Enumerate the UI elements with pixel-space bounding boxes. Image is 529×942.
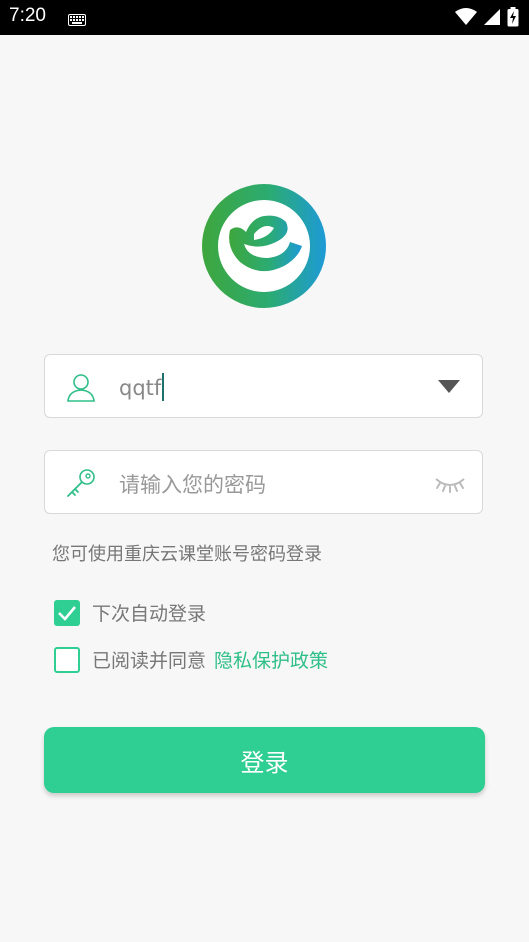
auto-login-label: 下次自动登录 <box>92 603 207 625</box>
status-bar: 7:20 <box>0 0 529 35</box>
text-caret <box>162 373 165 401</box>
app-logo <box>202 184 326 308</box>
username-input[interactable]: qqtf <box>119 373 165 401</box>
privacy-policy-link[interactable]: 隐私保护政策 <box>214 646 328 673</box>
wifi-icon <box>455 8 477 30</box>
signal-icon <box>483 8 501 30</box>
login-hint: 您可使用重庆云课堂账号密码登录 <box>52 544 322 565</box>
user-icon <box>65 371 97 403</box>
login-button[interactable]: 登录 <box>44 727 485 793</box>
status-time: 7:20 <box>9 5 46 26</box>
keyboard-icon <box>68 11 86 30</box>
battery-icon <box>507 7 519 31</box>
dropdown-arrow-icon[interactable] <box>438 379 460 393</box>
username-field[interactable]: qqtf <box>44 354 483 418</box>
auto-login-checkbox[interactable] <box>54 599 80 626</box>
auto-login-row[interactable]: 下次自动登录 <box>54 599 206 626</box>
key-icon <box>65 467 97 499</box>
password-field[interactable]: 请输入您的密码 <box>44 450 483 514</box>
hide-password-icon[interactable] <box>434 471 466 495</box>
agreement-label: 已阅读并同意 <box>92 650 207 672</box>
agreement-row[interactable]: 已阅读并同意 隐私保护政策 <box>54 646 328 673</box>
password-input[interactable]: 请输入您的密码 <box>119 469 266 499</box>
username-value: qqtf <box>119 376 162 400</box>
agreement-checkbox[interactable] <box>54 646 80 673</box>
